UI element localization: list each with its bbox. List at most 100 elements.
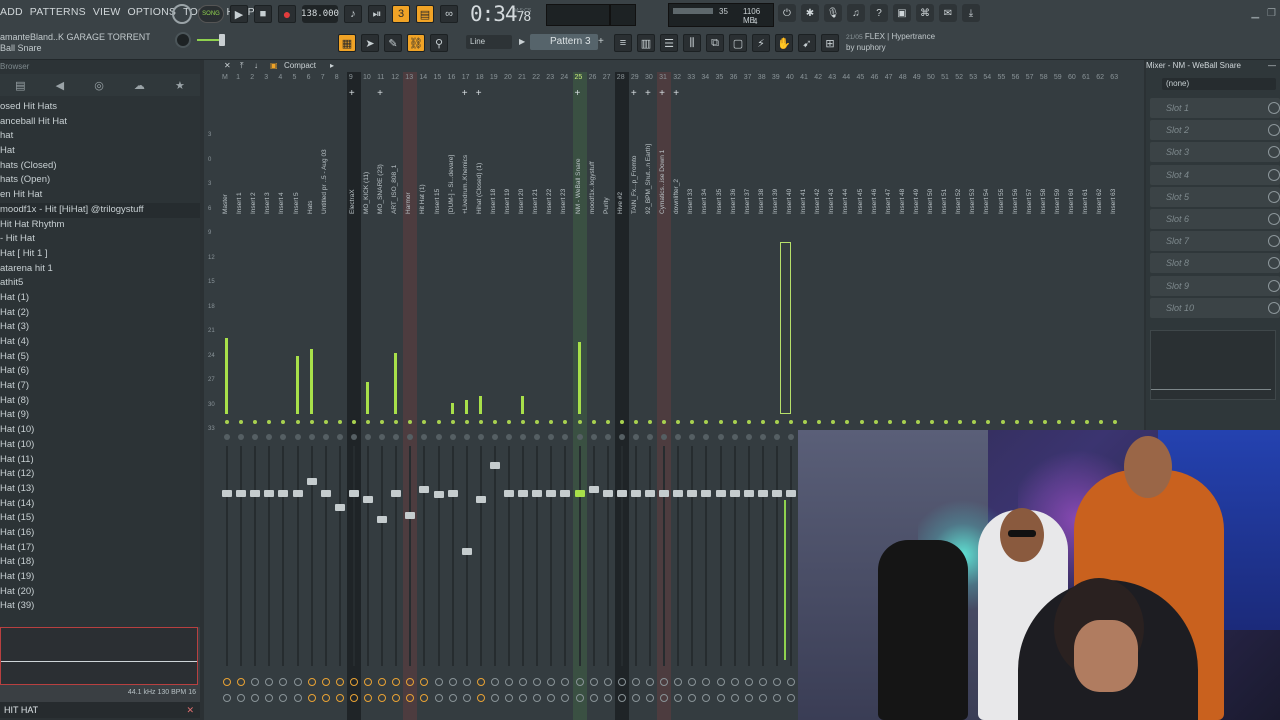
mixer-track[interactable]: 18+Hihat (Closed) (1)▲ xyxy=(474,74,488,702)
mixer-track[interactable]: 32+downlifter_2▲ xyxy=(671,74,685,702)
compact-view-icon[interactable]: ▣ xyxy=(270,61,278,70)
save-button[interactable]: ▣ xyxy=(893,4,911,22)
effect-slot[interactable]: Slot 10 xyxy=(1150,297,1280,318)
pan-knob[interactable] xyxy=(449,434,456,440)
pan-knob[interactable] xyxy=(576,434,583,440)
add-route-icon[interactable]: + xyxy=(645,88,651,99)
route-knob[interactable] xyxy=(476,694,485,702)
stereo-separation-knob[interactable] xyxy=(364,678,372,686)
back-icon[interactable]: ◀ xyxy=(56,79,64,92)
volume-fader[interactable] xyxy=(405,512,416,519)
stereo-separation-knob[interactable] xyxy=(321,678,330,686)
piano-roll-button[interactable]: ▥ xyxy=(637,34,655,52)
track-enable-led[interactable] xyxy=(831,420,836,424)
pan-knob[interactable] xyxy=(689,434,696,440)
route-knob[interactable] xyxy=(265,694,274,702)
track-enable-led[interactable] xyxy=(789,420,793,424)
browser-item[interactable]: Hat (12) xyxy=(0,467,200,482)
star-icon[interactable]: ★ xyxy=(175,79,185,92)
browser-item[interactable]: Hat (15) xyxy=(0,511,200,526)
mixer-track[interactable]: 26moodf1x..logystuff▲ xyxy=(587,74,601,702)
browser-item[interactable]: Hat (19) xyxy=(0,570,200,585)
browser-item[interactable]: Hat (10) xyxy=(0,438,200,453)
pan-knob[interactable] xyxy=(294,434,301,440)
volume-fader[interactable] xyxy=(743,490,754,497)
track-enable-led[interactable] xyxy=(492,420,497,424)
pan-knob[interactable] xyxy=(534,434,541,440)
stereo-separation-knob[interactable] xyxy=(349,678,358,686)
tempo-display[interactable]: 138.000 xyxy=(301,5,339,23)
stereo-separation-knob[interactable] xyxy=(223,678,231,686)
snap-select[interactable]: Line xyxy=(466,35,512,49)
pan-knob[interactable] xyxy=(435,434,442,440)
browser-item[interactable]: Hat (20) xyxy=(0,585,200,600)
mixer-track[interactable]: 37Insert 37▲ xyxy=(742,74,756,702)
track-enable-led[interactable] xyxy=(817,420,822,424)
stereo-separation-knob[interactable] xyxy=(744,678,753,686)
route-knob[interactable] xyxy=(688,694,697,702)
mixer-track[interactable]: 35Insert 35▲ xyxy=(714,74,728,702)
track-enable-led[interactable] xyxy=(309,420,314,424)
track-enable-led[interactable] xyxy=(436,420,441,424)
pan-knob[interactable] xyxy=(632,434,639,440)
track-enable-led[interactable] xyxy=(1071,420,1075,424)
mixer-arrow-icon[interactable]: ↓ xyxy=(254,61,258,70)
track-enable-led[interactable] xyxy=(337,420,342,424)
volume-fader[interactable] xyxy=(419,486,430,493)
track-enable-led[interactable] xyxy=(507,420,511,424)
stereo-separation-knob[interactable] xyxy=(561,678,570,686)
mic-button[interactable]: 🎙 xyxy=(824,4,842,22)
pan-knob[interactable] xyxy=(675,434,682,440)
mixer-track[interactable]: 21Insert 20▲ xyxy=(516,74,530,702)
mixer-track[interactable]: 20Insert 19▲ xyxy=(502,74,516,702)
mixer-track[interactable]: 22Insert 21▲ xyxy=(530,74,544,702)
route-knob[interactable] xyxy=(533,694,542,702)
route-knob[interactable] xyxy=(420,694,429,702)
route-knob[interactable] xyxy=(561,694,570,702)
track-enable-led[interactable] xyxy=(619,420,624,424)
stereo-separation-knob[interactable] xyxy=(490,678,499,686)
pan-knob[interactable] xyxy=(322,434,329,440)
track-enable-led[interactable] xyxy=(408,420,413,424)
route-knob[interactable] xyxy=(349,694,358,702)
volume-fader[interactable] xyxy=(348,490,359,497)
mixer-track[interactable]: 5Insert 5▲ xyxy=(291,74,305,702)
stereo-separation-knob[interactable] xyxy=(505,678,513,686)
effect-slot[interactable]: Slot 2 xyxy=(1150,120,1280,141)
volume-fader[interactable] xyxy=(630,490,641,497)
volume-fader[interactable] xyxy=(645,490,655,497)
add-route-icon[interactable]: + xyxy=(631,88,637,99)
stereo-separation-knob[interactable] xyxy=(307,678,316,686)
stereo-separation-knob[interactable] xyxy=(448,678,457,686)
pan-knob[interactable] xyxy=(252,434,259,440)
volume-fader[interactable] xyxy=(250,490,261,497)
volume-fader[interactable] xyxy=(391,490,402,497)
browser-item[interactable]: en Hit Hat xyxy=(0,188,200,203)
pan-knob[interactable] xyxy=(717,434,724,440)
stereo-separation-knob[interactable] xyxy=(660,678,669,686)
stereo-separation-knob[interactable] xyxy=(335,678,344,686)
hierarchy-button[interactable]: ⧉ xyxy=(706,34,724,52)
arrow-tool[interactable]: ➤ xyxy=(361,34,379,52)
browser-item[interactable]: Hat (1) xyxy=(0,291,200,306)
volume-fader[interactable] xyxy=(433,491,444,498)
mixer-track[interactable]: 11+MO_SNARE (23)▲ xyxy=(375,74,389,702)
restore-icon[interactable]: ❐ xyxy=(1267,8,1276,19)
browser-item[interactable]: osed Hit Hats xyxy=(0,100,200,115)
add-route-icon[interactable]: + xyxy=(659,88,665,99)
panel-close-icon[interactable]: — xyxy=(1268,60,1276,72)
volume-fader[interactable] xyxy=(320,490,331,497)
mixer-track[interactable]: 16[DUM-] - Si...devare]▲ xyxy=(446,74,460,702)
mixer-track[interactable]: 34Insert 34▲ xyxy=(699,74,713,702)
pan-knob[interactable] xyxy=(280,434,287,440)
route-knob[interactable] xyxy=(603,694,612,702)
pan-knob[interactable] xyxy=(548,434,555,440)
track-enable-led[interactable] xyxy=(958,420,963,424)
help-button[interactable]: ? xyxy=(870,4,888,22)
stereo-separation-knob[interactable] xyxy=(293,678,302,686)
route-knob[interactable] xyxy=(434,694,443,702)
volume-fader[interactable] xyxy=(278,490,289,497)
news-panel[interactable]: 21/05 FLEX | Hypertrance by nuphory xyxy=(846,32,935,53)
track-enable-led[interactable] xyxy=(901,420,906,424)
stereo-separation-knob[interactable] xyxy=(547,678,556,686)
